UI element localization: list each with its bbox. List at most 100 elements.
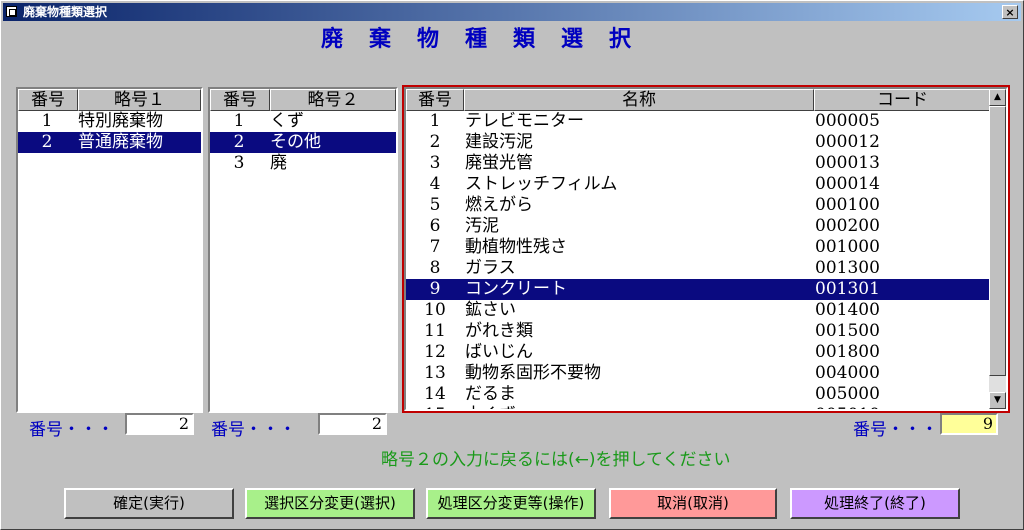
page-title: 廃棄物種類選択 <box>321 26 658 52</box>
row-code: 001300 <box>815 258 880 278</box>
column-header-abbr2[interactable]: 略号２ <box>270 89 396 111</box>
waste-type-rows: 1 テレビモニター 000005 2 建設汚泥 000012 3 廃蛍光管 000013 4 ストレ… <box>406 111 989 409</box>
waste-type-list[interactable]: 番号 名称 コード 1 テレビモニター 000005 2 建設汚泥 000012 3 廃蛍光管… <box>404 87 1008 411</box>
list-item[interactable]: 1 テレビモニター 000005 <box>406 111 989 132</box>
row-number: 2 <box>233 132 245 152</box>
row-number: 1 <box>233 111 245 131</box>
row-number: 7 <box>429 237 441 257</box>
row-number: 11 <box>424 321 446 341</box>
row-name: テレビモニター <box>465 111 584 131</box>
row-abbr: 廃 <box>270 153 287 173</box>
list-item[interactable]: 4 ストレッチフィルム 000014 <box>406 174 989 195</box>
list-item[interactable]: 11 がれき類 001500 <box>406 321 989 342</box>
column-header-number[interactable]: 番号 <box>210 89 270 111</box>
scroll-up-button[interactable]: ▲ <box>989 89 1006 106</box>
row-name: ストレッチフィルム <box>465 174 618 194</box>
scroll-thumb[interactable] <box>989 106 1006 376</box>
row-name: ガラス <box>465 258 516 278</box>
column-header-abbr1[interactable]: 略号１ <box>78 89 201 111</box>
vertical-scrollbar[interactable]: ▲ ▼ <box>989 89 1006 409</box>
row-number: 4 <box>429 174 441 194</box>
cancel-button[interactable]: 取消(取消) <box>609 488 777 519</box>
column-header-name[interactable]: 名称 <box>464 89 814 111</box>
waste-type-grid-frame: 番号 名称 コード 1 テレビモニター 000005 2 建設汚泥 000012 3 廃蛍光管… <box>402 85 1010 413</box>
list-item[interactable]: 2 その他 <box>210 132 396 153</box>
row-abbr: 特別廃棄物 <box>78 111 163 131</box>
column-header-number[interactable]: 番号 <box>18 89 78 111</box>
list-item[interactable]: 8 ガラス 001300 <box>406 258 989 279</box>
confirm-button[interactable]: 確定(実行) <box>64 488 234 519</box>
row-abbr: 普通廃棄物 <box>78 132 163 152</box>
row-number: 5 <box>429 195 441 215</box>
list-item[interactable]: 3 廃蛍光管 000013 <box>406 153 989 174</box>
row-code: 000014 <box>815 174 880 194</box>
scroll-down-button[interactable]: ▼ <box>989 392 1006 409</box>
row-name: 動物系固形不要物 <box>465 363 601 383</box>
row-code: 005000 <box>815 384 880 404</box>
list-item[interactable]: 13 動物系固形不要物 004000 <box>406 363 989 384</box>
row-name: 汚泥 <box>465 216 499 236</box>
instruction-text: 略号２の入力に戻るには(←)を押してください <box>381 450 731 470</box>
list-item[interactable]: 5 燃えがら 000100 <box>406 195 989 216</box>
number-field-1[interactable]: 2 <box>125 413 194 435</box>
list-item[interactable]: 10 鉱さい 001400 <box>406 300 989 321</box>
subcategory-list[interactable]: 番号 略号２ 1 くず 2 その他 3 廃 <box>208 87 398 413</box>
row-name: ばいじん <box>465 342 533 362</box>
row-code: 001500 <box>815 321 880 341</box>
row-code: 000005 <box>815 111 880 131</box>
close-button[interactable]: × <box>1002 5 1018 19</box>
list-item[interactable]: 2 建設汚泥 000012 <box>406 132 989 153</box>
row-number: 10 <box>424 300 446 320</box>
row-name: だるま <box>465 384 516 404</box>
row-number: 12 <box>424 342 446 362</box>
row-code: 000200 <box>815 216 880 236</box>
list-item[interactable]: 3廃 <box>210 153 396 174</box>
row-number: 8 <box>429 258 441 278</box>
number-label-3: 番号・・・ <box>853 420 938 440</box>
subcategory-rows: 1 くず 2 その他 3 廃 <box>210 111 396 174</box>
number-label-1: 番号・・・ <box>29 420 114 440</box>
window-title: 廃棄物種類選択 <box>23 5 108 19</box>
row-number: 13 <box>424 363 446 383</box>
row-abbr: その他 <box>270 132 321 152</box>
row-code: 001400 <box>815 300 880 320</box>
exit-button[interactable]: 処理終了(終了) <box>790 488 960 519</box>
list-item[interactable]: 9 コンクリート 001301 <box>406 279 989 300</box>
row-code: 005010 <box>815 405 880 409</box>
list-item[interactable]: 6 汚泥 000200 <box>406 216 989 237</box>
number-field-2[interactable]: 2 <box>318 413 387 435</box>
column-header-code[interactable]: コード <box>814 89 991 111</box>
list-item[interactable]: 2 普通廃棄物 <box>18 132 201 153</box>
category-list[interactable]: 番号 略号１ 1 特別廃棄物 2 普通廃棄物 <box>16 87 203 413</box>
row-number: 9 <box>429 279 441 299</box>
row-name: 鉱さい <box>465 300 516 320</box>
row-number: 2 <box>429 132 441 152</box>
title-bar: 廃棄物種類選択 × <box>3 3 1021 21</box>
row-name: 廃蛍光管 <box>465 153 533 173</box>
row-name: 建設汚泥 <box>465 132 533 152</box>
row-number: 2 <box>41 132 53 152</box>
row-code: 001000 <box>815 237 880 257</box>
list-item[interactable]: 15木くず 005010 <box>406 405 989 409</box>
category-rows: 1 特別廃棄物 2 普通廃棄物 <box>18 111 201 153</box>
change-process-button[interactable]: 処理区分変更等(操作) <box>426 488 596 519</box>
row-number: 3 <box>233 153 245 173</box>
list-item[interactable]: 14 だるま 005000 <box>406 384 989 405</box>
list-item[interactable]: 12 ばいじん 001800 <box>406 342 989 363</box>
list-item[interactable]: 7 動植物性残さ 001000 <box>406 237 989 258</box>
row-code: 000013 <box>815 153 880 173</box>
row-name: コンクリート <box>465 279 567 299</box>
list-item[interactable]: 1 くず <box>210 111 396 132</box>
list-item[interactable]: 1 特別廃棄物 <box>18 111 201 132</box>
row-number: 1 <box>41 111 53 131</box>
change-selection-button[interactable]: 選択区分変更(選択) <box>245 488 415 519</box>
dialog-window: 廃棄物種類選択 × 廃棄物種類選択 番号 略号１ 1 特別廃棄物 2 普通廃棄物 番号… <box>0 0 1024 530</box>
row-number: 1 <box>429 111 441 131</box>
column-header-number[interactable]: 番号 <box>406 89 464 111</box>
row-name: 燃えがら <box>465 195 533 215</box>
row-number: 3 <box>429 153 441 173</box>
row-abbr: くず <box>270 111 304 131</box>
number-field-3[interactable]: 9 <box>940 413 998 435</box>
app-icon <box>6 6 17 17</box>
row-name: 動植物性残さ <box>465 237 567 257</box>
